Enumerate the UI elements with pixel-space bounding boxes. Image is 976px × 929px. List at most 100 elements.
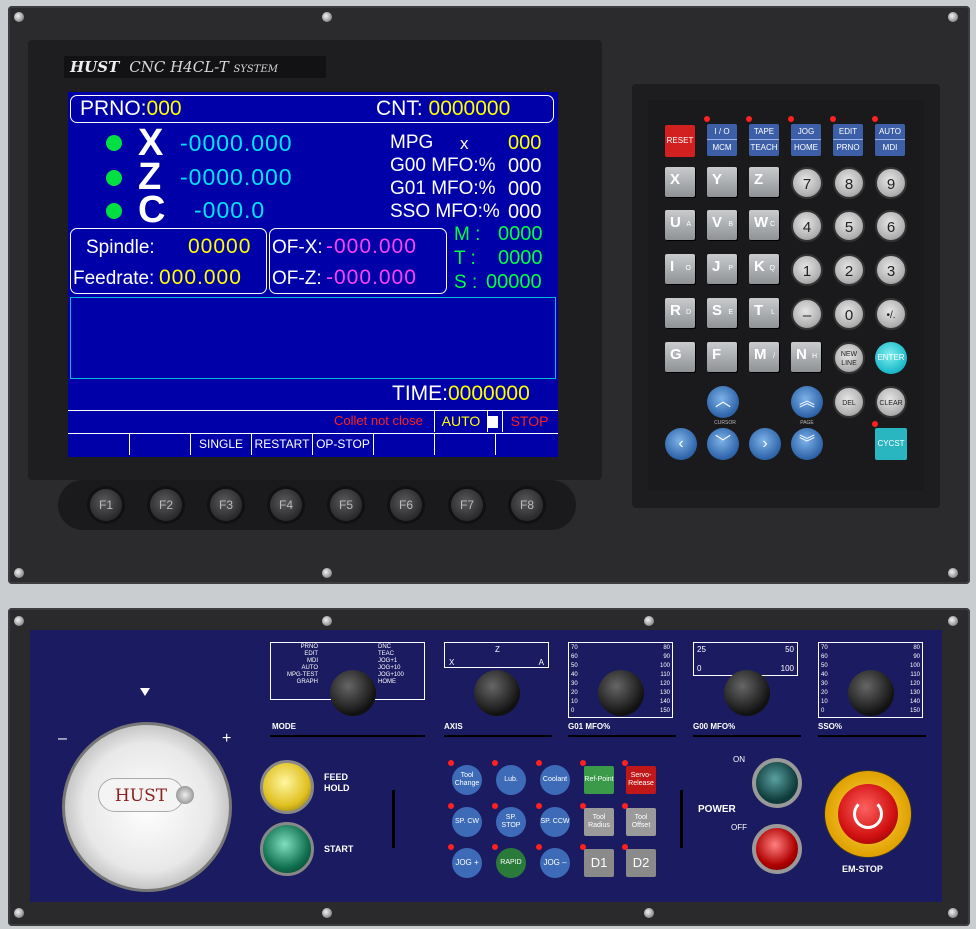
key-2[interactable]: 2	[833, 254, 865, 286]
jog-home-key[interactable]: JOG HOME	[791, 124, 821, 156]
key-point[interactable]: •/.	[875, 298, 907, 330]
tool-offset-button[interactable]: Tool Offset	[626, 808, 656, 836]
g00-mfo-knob[interactable]	[724, 670, 770, 716]
cursor-up-key[interactable]: ︿	[707, 386, 739, 418]
f4-key[interactable]: F4	[270, 489, 302, 521]
clear-key[interactable]: CLEAR	[875, 386, 907, 418]
key-4[interactable]: 4	[791, 210, 823, 242]
f6-key[interactable]: F6	[390, 489, 422, 521]
io-mcm-key[interactable]: I / O MCM	[707, 124, 737, 156]
tick: EDIT	[304, 651, 318, 657]
key-t[interactable]: TL	[749, 298, 779, 328]
key-v[interactable]: VB	[707, 210, 737, 240]
cnt-value: 0000000	[428, 97, 511, 120]
cursor-down-key[interactable]: ﹀	[707, 428, 739, 460]
cursor-right-key[interactable]: ›	[749, 428, 781, 460]
lub-button[interactable]: Lub.	[496, 765, 526, 795]
page-up-key[interactable]: ︽	[791, 386, 823, 418]
auto-mdi-key[interactable]: AUTO MDI	[875, 124, 905, 156]
feed-hold-button[interactable]	[260, 760, 314, 814]
key-r[interactable]: RD	[665, 298, 695, 328]
key-8[interactable]: 8	[833, 167, 865, 199]
key-7[interactable]: 7	[791, 167, 823, 199]
key-n[interactable]: NH	[791, 342, 821, 372]
spindle-cw-button[interactable]: SP. CW	[452, 807, 482, 837]
key-minus[interactable]: –	[791, 298, 823, 330]
jog-minus-button[interactable]: JOG –	[540, 848, 570, 878]
spindle-stop-button[interactable]: SP. STOP	[496, 807, 526, 837]
coolant-button[interactable]: Coolant	[540, 765, 570, 795]
key-9[interactable]: 9	[875, 167, 907, 199]
cnt-display: CNT: 0000000	[376, 97, 510, 121]
softkey-8[interactable]	[496, 434, 558, 455]
key-g[interactable]: G	[665, 342, 695, 372]
key-bottom-label: HOME	[791, 139, 821, 155]
handwheel-crank[interactable]	[176, 786, 194, 804]
d2-button[interactable]: D2	[626, 849, 656, 877]
f3-key[interactable]: F3	[210, 489, 242, 521]
servo-release-button[interactable]: Servo-Release	[626, 766, 656, 794]
rapid-button[interactable]: RAPID	[496, 848, 526, 878]
f5-key[interactable]: F5	[330, 489, 362, 521]
softkey-2[interactable]	[130, 434, 191, 455]
key-3[interactable]: 3	[875, 254, 907, 286]
softkey-7[interactable]	[435, 434, 496, 455]
key-u[interactable]: UA	[665, 210, 695, 240]
tick: HOME	[378, 679, 396, 685]
start-label: START	[324, 844, 354, 854]
key-j[interactable]: JP	[707, 254, 737, 284]
power-off-button[interactable]	[752, 824, 802, 874]
key-y[interactable]: Y	[707, 167, 737, 197]
tick: 150	[909, 708, 920, 714]
g01-mfo-label: G01 MFO%	[568, 722, 611, 731]
jog-plus-button[interactable]: JOG +	[452, 848, 482, 878]
key-0[interactable]: 0	[833, 298, 865, 330]
start-button[interactable]	[260, 822, 314, 876]
f8-key[interactable]: F8	[511, 489, 543, 521]
key-5[interactable]: 5	[833, 210, 865, 242]
page-down-key[interactable]: ︾	[791, 428, 823, 460]
key-label: R	[670, 302, 681, 319]
sso-knob[interactable]	[848, 670, 894, 716]
enter-key[interactable]: ENTER	[875, 342, 907, 374]
g01-mfo-knob[interactable]	[598, 670, 644, 716]
axis-selector-knob[interactable]	[474, 670, 520, 716]
key-i[interactable]: IO	[665, 254, 695, 284]
del-key[interactable]: DEL	[833, 386, 865, 418]
key-6[interactable]: 6	[875, 210, 907, 242]
cursor-left-key[interactable]: ‹	[665, 428, 697, 460]
f7-key[interactable]: F7	[451, 489, 483, 521]
em-stop-button[interactable]	[838, 784, 898, 844]
key-w[interactable]: WC	[749, 210, 779, 240]
softkey-1[interactable]	[68, 434, 130, 455]
tick: 100	[780, 664, 794, 673]
tool-change-button[interactable]: Tool Change	[452, 765, 482, 795]
softkey-6[interactable]	[374, 434, 435, 455]
key-label: I	[670, 258, 675, 275]
key-z[interactable]: Z	[749, 167, 779, 197]
f2-key[interactable]: F2	[150, 489, 182, 521]
spindle-ccw-button[interactable]: SP. CCW	[540, 807, 570, 837]
edit-prno-key[interactable]: EDIT PRNO	[833, 124, 863, 156]
ref-point-button[interactable]: Ref-Point	[584, 766, 614, 794]
new-line-key[interactable]: NEW LINE	[833, 342, 865, 374]
tick: AUTO	[301, 665, 318, 671]
key-1[interactable]: 1	[791, 254, 823, 286]
key-s[interactable]: SE	[707, 298, 737, 328]
cycle-start-key[interactable]: CYCST	[875, 428, 907, 460]
tool-radius-button[interactable]: Tool Radius	[584, 808, 614, 836]
softkey-op-stop[interactable]: OP-STOP	[313, 434, 374, 455]
mode-selector-knob[interactable]	[330, 670, 376, 716]
d1-button[interactable]: D1	[584, 849, 614, 877]
key-x[interactable]: X	[665, 167, 695, 197]
softkey-restart[interactable]: RESTART	[252, 434, 313, 455]
key-f[interactable]: F	[707, 342, 737, 372]
key-k[interactable]: KQ	[749, 254, 779, 284]
key-m[interactable]: M /	[749, 342, 779, 372]
power-on-button[interactable]	[752, 758, 802, 808]
softkey-single[interactable]: SINGLE	[191, 434, 252, 455]
axis-scale: X Z A	[444, 642, 549, 668]
tape-teach-key[interactable]: TAPE TEACH	[749, 124, 779, 156]
reset-key[interactable]: RESET	[665, 125, 695, 157]
f1-key[interactable]: F1	[90, 489, 122, 521]
